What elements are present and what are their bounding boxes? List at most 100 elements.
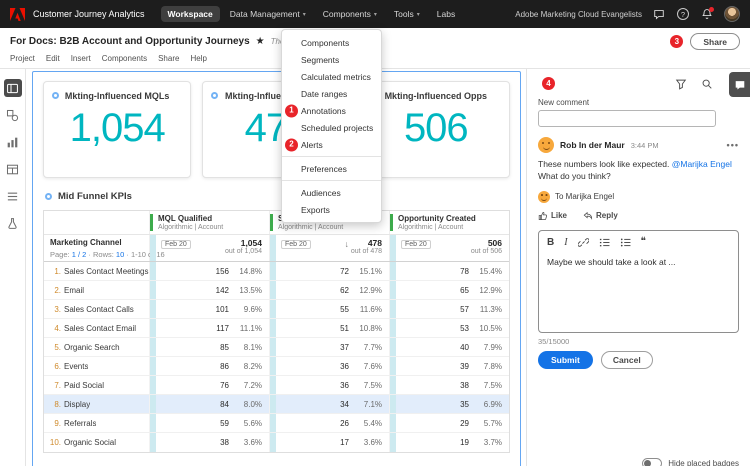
menu-item-exports[interactable]: Exports [282, 201, 381, 218]
menu-item-audiences[interactable]: Audiences [282, 184, 381, 201]
menubar-item-insert[interactable]: Insert [71, 54, 91, 63]
metric-value: 72 [340, 266, 349, 276]
new-comment-input[interactable] [538, 110, 716, 127]
components-icon[interactable] [4, 106, 22, 124]
top-nav-components[interactable]: Components ▾ [316, 6, 384, 22]
metric-cell-3: 65 12.9% [390, 281, 509, 299]
menubar-item-project[interactable]: Project [10, 54, 35, 63]
top-nav-data-management[interactable]: Data Management ▾ [223, 6, 313, 22]
menu-item-components[interactable]: Components [282, 34, 381, 51]
kpi-card-value: 1,054 [69, 106, 166, 150]
table-row[interactable]: 5. Organic Search 85 8.1% 37 7.7% 40 7.9% [44, 338, 509, 357]
menu-item-calculated-metrics[interactable]: Calculated metrics [282, 68, 381, 85]
visualization-dot-icon[interactable] [45, 193, 52, 200]
metric-percent: 7.8% [483, 361, 502, 371]
notifications-bell-icon[interactable] [700, 7, 714, 21]
top-nav-labs[interactable]: Labs [430, 6, 462, 22]
kpi-card-1[interactable]: Mkting-Influenced MQLs 1,054 [43, 81, 192, 178]
metric-column-header-1[interactable]: Feb 20 1,054 out of 1,054 [150, 235, 270, 261]
comment-mention-link[interactable]: @Marijka Engel [672, 159, 732, 169]
help-icon[interactable]: ? [676, 7, 690, 21]
feedback-icon[interactable] [652, 7, 666, 21]
metric-value: 156 [215, 266, 229, 276]
metric-percent: 8.0% [243, 399, 262, 409]
top-nav-workspace[interactable]: Workspace [160, 6, 220, 22]
bullet-list-icon[interactable] [620, 237, 631, 248]
metric-group-header-3[interactable]: Opportunity Created Algorithmic | Account [390, 211, 509, 234]
metric-value: 86 [220, 361, 229, 371]
metric-percent: 7.1% [363, 399, 382, 409]
menu-divider [282, 180, 381, 181]
table-row[interactable]: 10. Organic Social 38 3.6% 17 3.6% 19 3.7% [44, 433, 509, 452]
kpi-card-row: Mkting-Influenced MQLs 1,054 Mkting-Influe… [43, 81, 510, 178]
menubar-item-share[interactable]: Share [158, 54, 179, 63]
comment-timestamp: 3:44 PM [630, 140, 659, 150]
flask-icon[interactable] [4, 214, 22, 232]
table-row[interactable]: 3. Sales Contact Calls 101 9.6% 55 11.6% 57 11.… [44, 300, 509, 319]
table-row[interactable]: 6. Events 86 8.2% 36 7.6% 39 7.8% [44, 357, 509, 376]
table-row[interactable]: 1. Sales Contact Meetings 156 14.8% 72 15.1% 7… [44, 262, 509, 281]
menu-item-annotations[interactable]: Annotations 1 [282, 102, 381, 119]
menu-item-preferences[interactable]: Preferences [282, 160, 381, 177]
italic-icon[interactable]: I [564, 237, 567, 248]
metric-cell-1: 84 8.0% [150, 395, 270, 413]
table-row[interactable]: 9. Referrals 59 5.6% 26 5.4% 29 5.7% [44, 414, 509, 433]
reply-button[interactable]: Reply [583, 211, 618, 221]
metric-column-header-3[interactable]: Feb 20 506 out of 506 [390, 235, 509, 261]
top-nav-label: Data Management [229, 9, 300, 19]
page-link-1[interactable]: 1 [72, 250, 76, 259]
user-avatar[interactable] [724, 6, 740, 22]
menubar-item-edit[interactable]: Edit [46, 54, 60, 63]
comments-tab-toggle[interactable] [729, 72, 750, 97]
table-row[interactable]: 4. Sales Contact Email 117 11.1% 51 10.8% 53 10… [44, 319, 509, 338]
link-icon[interactable] [577, 237, 589, 248]
metric-value: 17 [340, 438, 349, 447]
submit-button[interactable]: Submit [538, 350, 593, 369]
filter-funnel-icon[interactable] [675, 77, 687, 93]
list-icon[interactable] [4, 187, 22, 205]
metric-value: 40 [460, 342, 469, 352]
menubar-item-components[interactable]: Components [102, 54, 147, 63]
metric-value: 142 [215, 285, 229, 295]
table-icon[interactable] [4, 160, 22, 178]
like-button[interactable]: Like [538, 211, 567, 221]
metric-percent: 12.9% [359, 285, 382, 295]
menu-item-scheduled-projects[interactable]: Scheduled projects [282, 119, 381, 136]
metric-value: 65 [460, 285, 469, 295]
group-name: MQL Qualified [158, 214, 213, 223]
comment-more-icon[interactable]: ••• [727, 140, 739, 150]
menubar-item-help[interactable]: Help [190, 54, 206, 63]
bold-icon[interactable]: B [547, 237, 554, 248]
page-link-2[interactable]: / 2 [78, 250, 86, 259]
dimension-value: Paid Social [64, 380, 105, 390]
menu-item-date-ranges[interactable]: Date ranges [282, 85, 381, 102]
table-row[interactable]: 8. Display 84 8.0% 34 7.1% 35 6.9% [44, 395, 509, 414]
menu-item-alerts[interactable]: Alerts 2 [282, 136, 381, 153]
ordered-list-icon[interactable] [599, 237, 610, 248]
kpi-card-3[interactable]: Mkting-Influenced Opps 506 [361, 81, 510, 178]
dimension-value: Referrals [64, 418, 97, 428]
row-number: 7. [54, 380, 61, 390]
comment-draft-text[interactable]: Maybe we should take a look at ... [547, 257, 730, 315]
favorite-star-icon[interactable]: ★ [256, 36, 265, 47]
top-nav-tools[interactable]: Tools ▾ [387, 6, 427, 22]
metric-percent: 7.5% [483, 380, 502, 390]
metric-column-header-2[interactable]: Feb 20 ↓ 478 out of 478 [270, 235, 390, 261]
panels-icon[interactable] [3, 79, 22, 97]
menu-item-segments[interactable]: Segments [282, 51, 381, 68]
table-row[interactable]: 7. Paid Social 76 7.2% 36 7.5% 38 7.5% [44, 376, 509, 395]
rows-count-link[interactable]: 10 [116, 250, 124, 259]
comment-body: These numbers look like expected. @Marij… [538, 158, 739, 183]
visualizations-icon[interactable] [4, 133, 22, 151]
dimension-header-label[interactable]: Marketing Channel [50, 238, 145, 247]
share-button[interactable]: Share [690, 33, 740, 50]
search-icon[interactable] [701, 77, 713, 93]
metric-group-header-1[interactable]: MQL Qualified Algorithmic | Account [150, 211, 270, 234]
cancel-button[interactable]: Cancel [600, 350, 653, 369]
sort-descending-icon[interactable]: ↓ [345, 239, 349, 249]
blockquote-icon[interactable]: ❝ [641, 237, 646, 247]
notification-badge-dot [709, 7, 714, 12]
table-row[interactable]: 2. Email 142 13.5% 62 12.9% 65 12.9% [44, 281, 509, 300]
hide-badges-toggle[interactable] [642, 458, 663, 466]
project-title: For Docs: B2B Account and Opportunity Jo… [10, 36, 250, 47]
